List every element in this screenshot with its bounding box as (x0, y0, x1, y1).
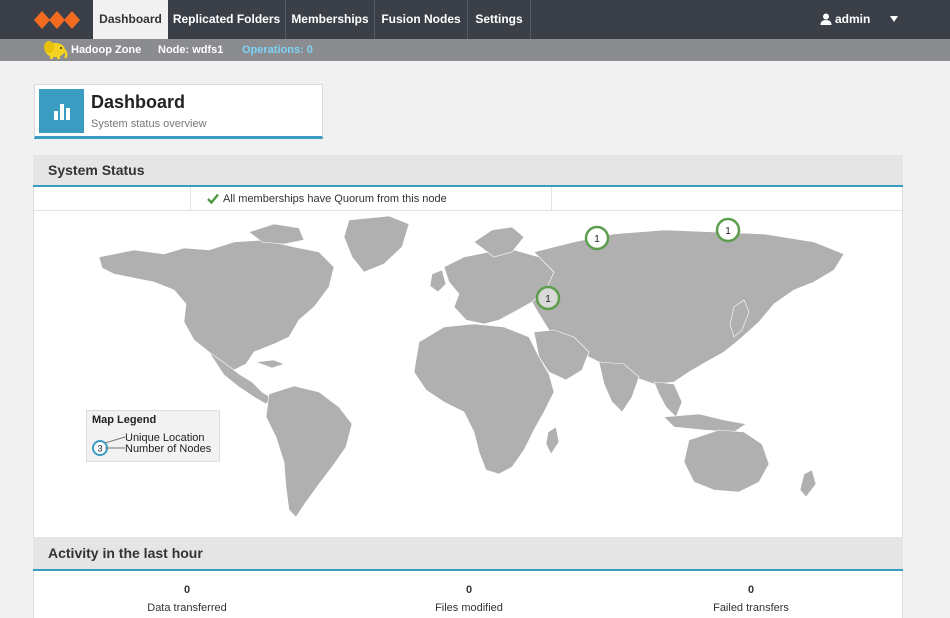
map-legend-title: Map Legend (92, 414, 157, 426)
files-modified-value: 0 (465, 584, 473, 596)
activity-panel: 0 Data transferred 0 Files modified 0 Fa… (33, 571, 903, 618)
node-marker-count: 1 (545, 294, 551, 305)
europe-landmass (443, 249, 555, 325)
tab-memberships[interactable]: Memberships (286, 0, 375, 39)
files-modified-label: Files modified (435, 602, 503, 614)
top-navbar: Dashboard Replicated Folders Memberships… (0, 0, 950, 39)
node-name: Node: wdfs1 (158, 44, 224, 56)
chevron-down-icon[interactable] (890, 16, 898, 22)
tab-replicated-folders[interactable]: Replicated Folders (168, 0, 286, 39)
system-status-panel: All memberships have Quorum from this no… (33, 187, 903, 537)
legend-nodes-label: Number of Nodes (125, 443, 212, 455)
node-marker[interactable]: 1 (715, 217, 741, 243)
data-transferred-value: 0 (183, 584, 191, 596)
node-marker[interactable]: 1 (584, 225, 610, 251)
map-legend: Map Legend 3 Unique Location Number of N… (86, 410, 220, 462)
southeast-asia-landmass (653, 381, 683, 418)
user-icon (820, 13, 832, 25)
madagascar-island (545, 426, 560, 455)
zone-name: Hadoop Zone (71, 44, 142, 56)
operations-link[interactable]: Operations: 0 (242, 39, 313, 61)
wandisco-logo-icon[interactable] (34, 9, 82, 31)
node-marker-count: 1 (594, 234, 600, 245)
bar-chart-icon (39, 89, 84, 133)
africa-landmass (413, 323, 555, 475)
legend-marker-icon: 3 (92, 436, 126, 456)
failed-transfers-label: Failed transfers (713, 602, 789, 614)
caribbean-islands (255, 359, 285, 369)
node-marker[interactable]: 1 (535, 285, 561, 311)
tab-settings[interactable]: Settings (468, 0, 531, 39)
page-subtitle: System status overview (91, 118, 207, 130)
world-map[interactable]: 1 1 1 (34, 212, 902, 537)
new-zealand-islands (799, 469, 817, 498)
north-america-landmass (98, 239, 335, 371)
quorum-status-row: All memberships have Quorum from this no… (34, 187, 902, 211)
tab-fusion-nodes[interactable]: Fusion Nodes (375, 0, 468, 39)
zone-bar: Hadoop Zone Node: wdfs1 Operations: 0 (0, 39, 950, 61)
node-marker-count: 1 (725, 226, 731, 237)
page-title: Dashboard (91, 92, 186, 112)
check-icon (207, 193, 219, 204)
user-name: admin (835, 12, 871, 26)
legend-sample-count: 3 (97, 444, 102, 454)
australia-landmass (683, 429, 770, 493)
page-title-card: Dashboard System status overview (34, 84, 323, 139)
user-menu[interactable]: admin (820, 0, 870, 39)
hadoop-elephant-icon (44, 41, 68, 59)
failed-transfers-value: 0 (747, 584, 755, 596)
indonesia-islands (663, 413, 747, 433)
greenland-landmass (343, 215, 410, 273)
south-america-landmass (265, 385, 353, 518)
system-status-header: System Status (33, 155, 903, 187)
uk-landmass (429, 269, 447, 293)
tab-dashboard[interactable]: Dashboard (93, 0, 168, 39)
data-transferred-label: Data transferred (147, 602, 227, 614)
quorum-message: All memberships have Quorum from this no… (223, 193, 447, 205)
quorum-status: All memberships have Quorum from this no… (190, 187, 552, 211)
activity-header: Activity in the last hour (33, 537, 903, 571)
